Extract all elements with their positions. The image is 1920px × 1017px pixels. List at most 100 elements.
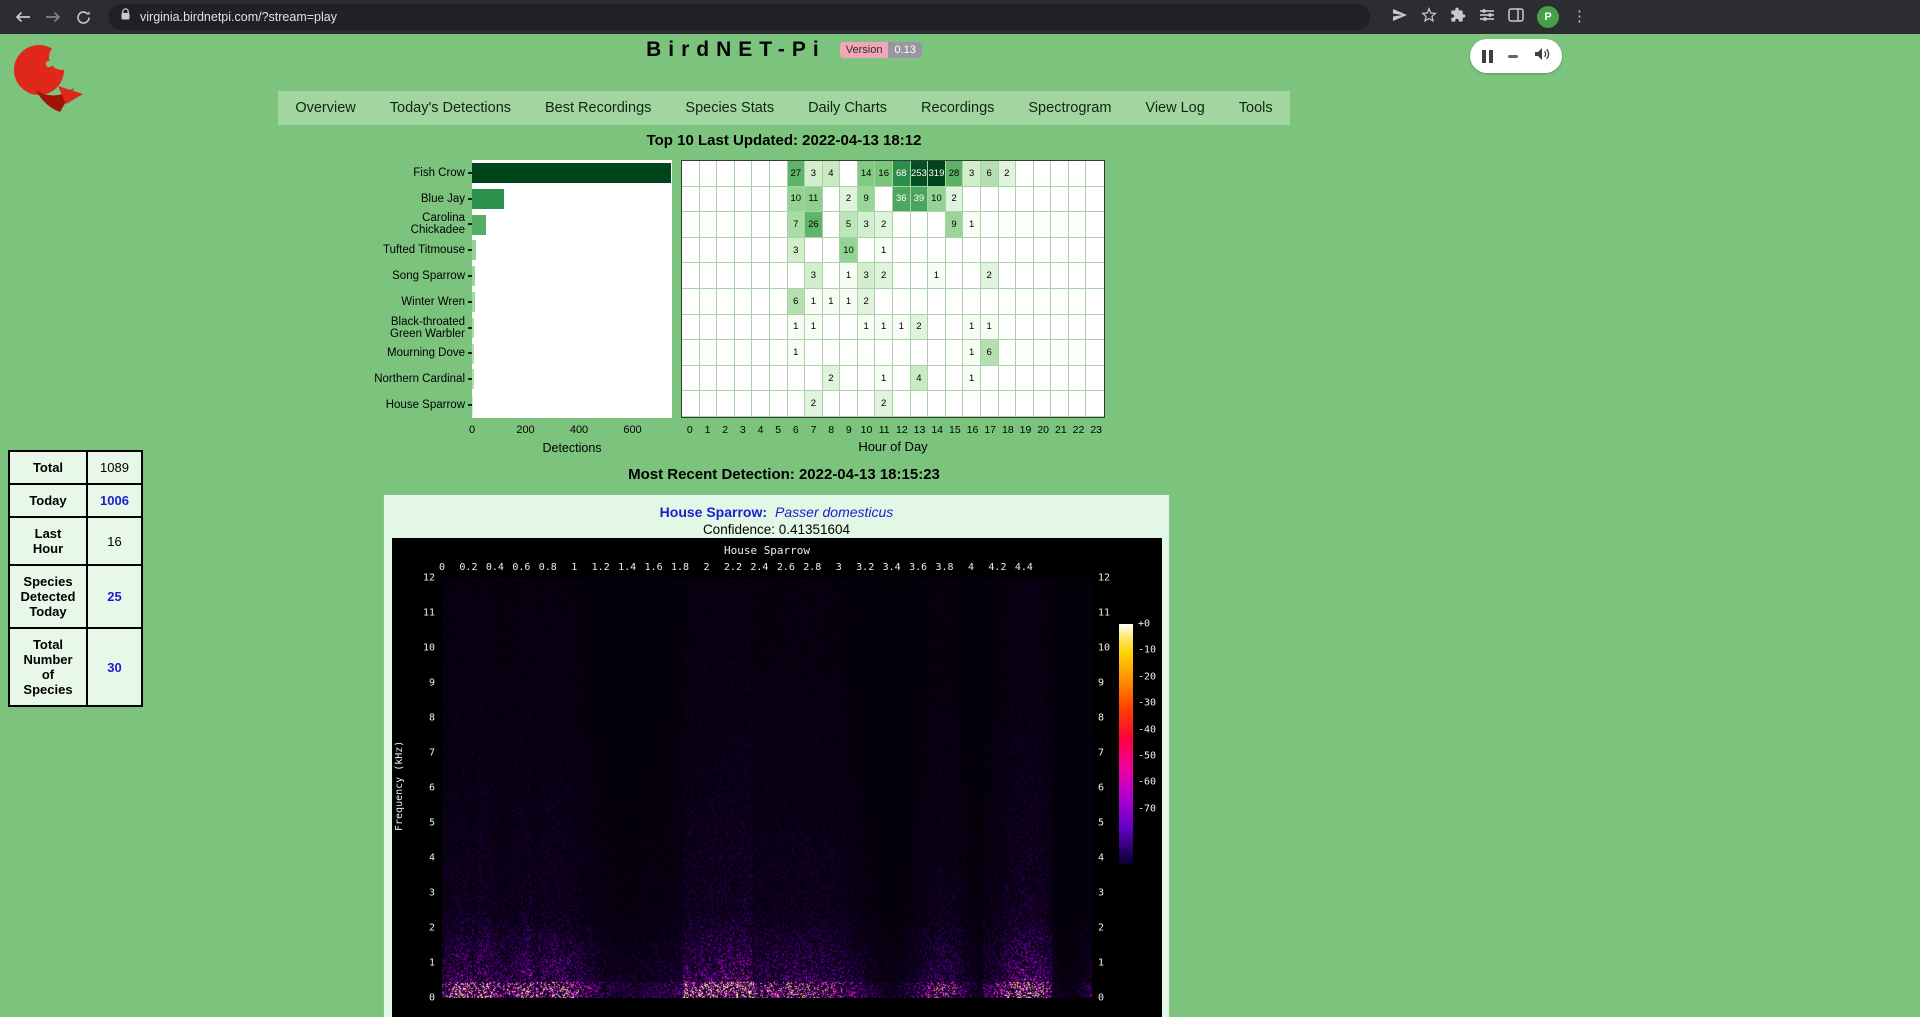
hour-tick: 19 bbox=[1020, 424, 1032, 436]
heatmap-cell bbox=[735, 391, 753, 417]
heatmap-cell: 7 bbox=[788, 212, 806, 238]
heatmap-cell bbox=[823, 263, 841, 289]
nav-item-today-s-detections[interactable]: Today's Detections bbox=[373, 91, 528, 125]
extension-tune-icon[interactable] bbox=[1479, 8, 1495, 27]
heatmap-cell bbox=[700, 187, 718, 213]
heatmap-cell bbox=[858, 391, 876, 417]
nav-item-recordings[interactable]: Recordings bbox=[904, 91, 1011, 125]
stats-value[interactable]: 30 bbox=[87, 628, 142, 706]
nav-item-spectrogram[interactable]: Spectrogram bbox=[1011, 91, 1128, 125]
heatmap-cell bbox=[700, 263, 718, 289]
heatmap-cell bbox=[911, 340, 929, 366]
heatmap-cell bbox=[823, 315, 841, 341]
heatmap-cell bbox=[893, 289, 911, 315]
heatmap-cell: 16 bbox=[875, 161, 893, 187]
url-text[interactable]: virginia.birdnetpi.com/?stream=play bbox=[140, 10, 337, 24]
heatmap-cell bbox=[1034, 212, 1052, 238]
extensions-puzzle-icon[interactable] bbox=[1450, 7, 1466, 28]
bar-chart bbox=[472, 160, 672, 418]
heatmap-cell bbox=[1034, 187, 1052, 213]
heatmap-cell bbox=[752, 238, 770, 264]
heatmap-cell bbox=[770, 366, 788, 392]
version-value: 0.13 bbox=[888, 42, 921, 58]
bar-x-tick: 200 bbox=[516, 424, 534, 436]
heatmap-cell bbox=[700, 238, 718, 264]
heatmap-cell: 6 bbox=[981, 161, 999, 187]
spectro-freq-tick: 11 bbox=[1098, 608, 1126, 619]
heatmap-cell bbox=[893, 366, 911, 392]
most-recent-heading: Most Recent Detection: 2022-04-13 18:15:… bbox=[0, 466, 1568, 483]
nav-item-species-stats[interactable]: Species Stats bbox=[668, 91, 791, 125]
spectro-freq-tick: 9 bbox=[407, 678, 435, 689]
spectro-time-tick: 2.4 bbox=[750, 562, 768, 573]
nav-item-daily-charts[interactable]: Daily Charts bbox=[791, 91, 904, 125]
heatmap-cell bbox=[752, 366, 770, 392]
heatmap-cell bbox=[682, 161, 700, 187]
heatmap-cell bbox=[911, 391, 929, 417]
heatmap-cell bbox=[1069, 263, 1087, 289]
nav-item-tools[interactable]: Tools bbox=[1222, 91, 1290, 125]
nav-item-view-log[interactable]: View Log bbox=[1128, 91, 1221, 125]
heatmap-cell bbox=[682, 187, 700, 213]
heatmap-cell bbox=[735, 238, 753, 264]
heatmap-cell bbox=[735, 187, 753, 213]
top10-figure: Fish CrowBlue JayCarolina ChickadeeTufte… bbox=[372, 160, 1112, 460]
stats-label: Today bbox=[9, 484, 87, 517]
heatmap-cell bbox=[893, 340, 911, 366]
scientific-name-link[interactable]: Passer domesticus bbox=[775, 504, 893, 520]
heatmap-cell: 1 bbox=[893, 315, 911, 341]
bar-black-throated-green-warbler bbox=[472, 318, 474, 338]
heatmap-cell bbox=[875, 289, 893, 315]
seek-handle[interactable] bbox=[1508, 55, 1518, 58]
heatmap-cell bbox=[946, 366, 964, 392]
stats-label: Last Hour bbox=[9, 517, 87, 565]
heatmap-cell: 11 bbox=[805, 187, 823, 213]
heatmap-cell bbox=[911, 212, 929, 238]
heatmap-cell bbox=[946, 391, 964, 417]
hour-tick: 0 bbox=[687, 424, 693, 436]
nav-item-best-recordings[interactable]: Best Recordings bbox=[528, 91, 668, 125]
heatmap-cell: 68 bbox=[893, 161, 911, 187]
heatmap-cell bbox=[752, 391, 770, 417]
spectro-freq-tick: 1 bbox=[407, 958, 435, 969]
heatmap-x-axis: 01234567891011121314151617181920212223 bbox=[681, 424, 1105, 436]
heatmap-cell bbox=[735, 263, 753, 289]
spectro-freq-tick: 3 bbox=[407, 888, 435, 899]
heatmap-cell bbox=[1086, 340, 1104, 366]
back-icon[interactable] bbox=[10, 4, 36, 30]
heatmap-cell bbox=[999, 340, 1017, 366]
species-link[interactable]: House Sparrow: bbox=[660, 504, 767, 520]
send-icon[interactable] bbox=[1392, 8, 1408, 27]
stats-value[interactable]: 25 bbox=[87, 565, 142, 628]
browser-menu-icon[interactable]: ⋮ bbox=[1572, 12, 1582, 22]
heatmap-cell bbox=[981, 366, 999, 392]
spectro-time-tick: 1.6 bbox=[645, 562, 663, 573]
heatmap-cell: 1 bbox=[875, 315, 893, 341]
version-label: Version bbox=[840, 42, 889, 58]
hour-tick: 5 bbox=[775, 424, 781, 436]
heatmap-cell bbox=[1069, 366, 1087, 392]
nav-item-overview[interactable]: Overview bbox=[278, 91, 372, 125]
heatmap-cell: 2 bbox=[999, 161, 1017, 187]
stats-value[interactable]: 1006 bbox=[87, 484, 142, 517]
heatmap-cell bbox=[1069, 340, 1087, 366]
heatmap-cell bbox=[999, 263, 1017, 289]
profile-avatar[interactable]: P bbox=[1537, 6, 1559, 28]
spectro-freq-tick: 12 bbox=[1098, 573, 1126, 584]
side-panel-icon[interactable] bbox=[1508, 8, 1524, 27]
heatmap-cell: 4 bbox=[911, 366, 929, 392]
hour-tick: 1 bbox=[705, 424, 711, 436]
heatmap-cell bbox=[1051, 340, 1069, 366]
volume-icon[interactable] bbox=[1534, 47, 1550, 66]
reload-icon[interactable] bbox=[70, 4, 96, 30]
spectro-time-tick: 3.6 bbox=[909, 562, 927, 573]
pause-icon[interactable] bbox=[1482, 50, 1493, 63]
url-bar[interactable]: virginia.birdnetpi.com/?stream=play bbox=[108, 4, 1370, 30]
spectro-freq-tick: 11 bbox=[407, 608, 435, 619]
heatmap-cell: 27 bbox=[788, 161, 806, 187]
heatmap-cell bbox=[1069, 187, 1087, 213]
forward-icon[interactable] bbox=[40, 4, 66, 30]
bookmark-star-icon[interactable] bbox=[1421, 7, 1437, 28]
hour-tick: 18 bbox=[1002, 424, 1014, 436]
heatmap-cell bbox=[875, 187, 893, 213]
